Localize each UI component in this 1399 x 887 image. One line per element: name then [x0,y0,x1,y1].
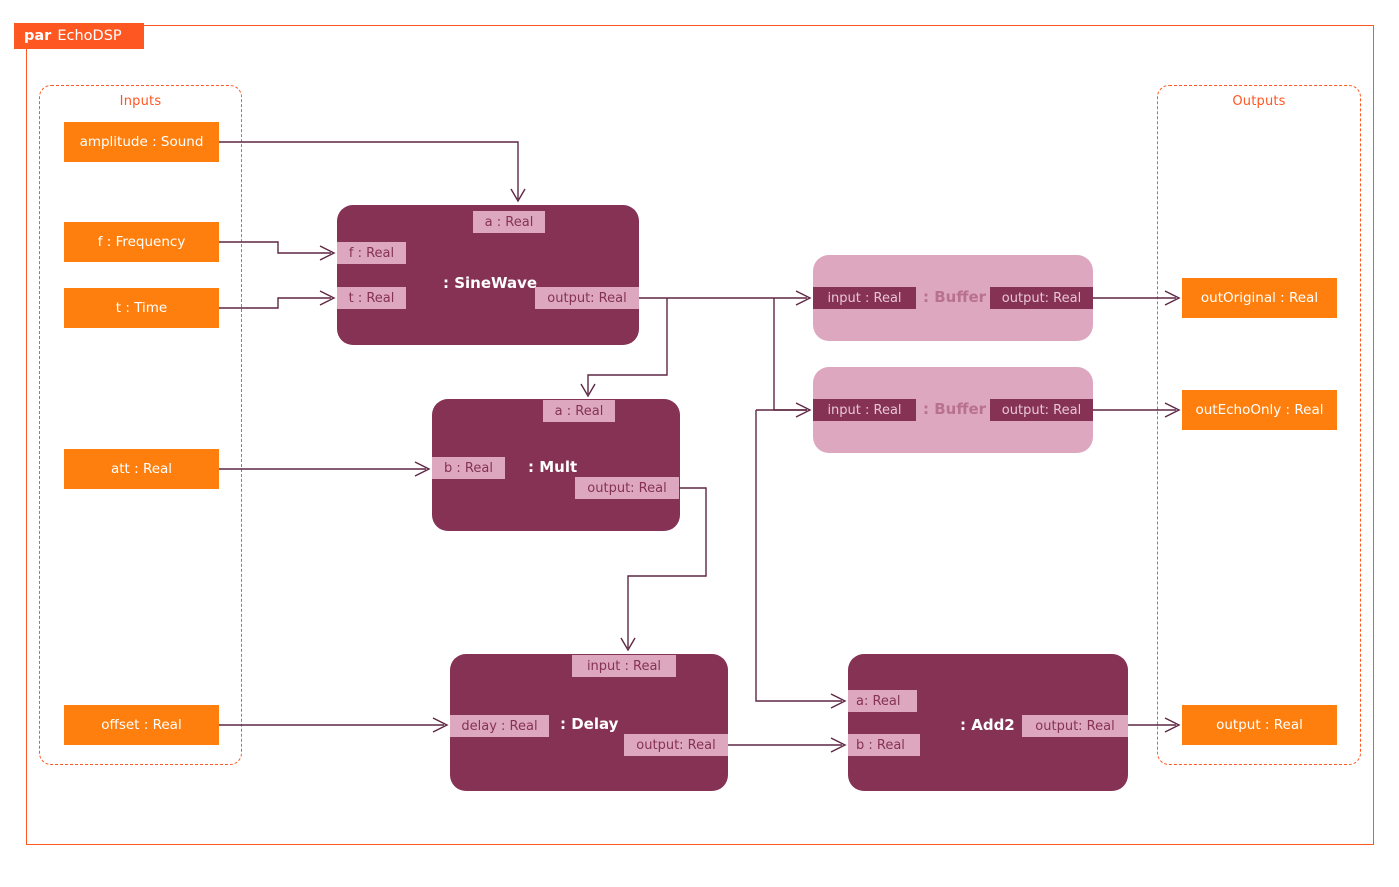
output-port-outOriginal-label: outOriginal : Real [1200,290,1319,306]
block-delay-name: : Delay [560,715,619,733]
port-buffer2-input[interactable]: input : Real [813,399,916,421]
outputs-region-label: Outputs [1232,94,1286,109]
output-port-outOriginal[interactable]: outOriginal : Real [1182,278,1337,318]
port-buffer2-output[interactable]: output: Real [990,399,1093,421]
port-buffer2-input-label: input : Real [827,402,902,418]
port-delay-delay-label: delay : Real [461,718,538,734]
port-buffer1-input[interactable]: input : Real [813,287,916,309]
input-port-att[interactable]: att : Real [64,449,219,489]
inputs-region: Inputs [39,85,242,765]
input-port-att-label: att : Real [110,461,173,477]
port-mult-b-label: b : Real [444,460,493,476]
diagram-canvas: par EchoDSP Inputs Outputs amplitude : S… [0,0,1399,887]
port-delay-output-label: output: Real [636,737,716,753]
port-sinewave-f-label: f : Real [348,245,395,261]
port-delay-output[interactable]: output: Real [624,734,728,756]
port-add2-a-label: a: Real [856,693,901,709]
port-mult-b[interactable]: b : Real [432,457,505,479]
output-port-output-label: output : Real [1216,717,1303,733]
port-delay-delay[interactable]: delay : Real [450,715,549,737]
block-sinewave-name: : SineWave [443,274,538,292]
input-port-offset[interactable]: offset : Real [64,705,219,745]
par-keyword: par [24,27,52,44]
port-sinewave-output[interactable]: output: Real [535,287,639,309]
inputs-region-label: Inputs [119,94,162,109]
port-add2-b-label: b : Real [856,737,905,753]
port-sinewave-t[interactable]: t : Real [337,287,406,309]
input-port-t-label: t : Time [115,300,168,316]
output-port-output[interactable]: output : Real [1182,705,1337,745]
port-add2-b[interactable]: b : Real [848,734,920,756]
port-sinewave-a[interactable]: a : Real [473,211,545,233]
port-add2-output-label: output: Real [1035,718,1115,734]
output-port-outEchoOnly-label: outEchoOnly : Real [1195,402,1324,418]
port-mult-output-label: output: Real [587,480,667,496]
port-delay-input[interactable]: input : Real [572,655,676,677]
port-add2-output[interactable]: output: Real [1022,715,1128,737]
port-sinewave-f[interactable]: f : Real [337,242,406,264]
port-buffer1-output-label: output: Real [1001,290,1082,306]
input-port-f[interactable]: f : Frequency [64,222,219,262]
port-delay-input-label: input : Real [586,658,662,674]
port-buffer1-output[interactable]: output: Real [990,287,1093,309]
par-frame-tag: par EchoDSP [14,23,144,49]
port-buffer1-input-label: input : Real [827,290,902,306]
port-buffer2-output-label: output: Real [1001,402,1082,418]
port-sinewave-output-label: output: Real [547,290,627,306]
block-add2-name: : Add2 [960,716,1015,734]
port-sinewave-t-label: t : Real [348,290,395,306]
input-port-offset-label: offset : Real [101,717,182,733]
port-mult-a[interactable]: a : Real [543,400,615,422]
par-frame-name: EchoDSP [57,27,122,44]
output-port-outEchoOnly[interactable]: outEchoOnly : Real [1182,390,1337,430]
port-sinewave-a-label: a : Real [484,214,534,230]
input-port-amplitude[interactable]: amplitude : Sound [64,122,219,162]
port-mult-a-label: a : Real [554,403,604,419]
block-buffer1-name: : Buffer [923,288,987,306]
block-mult-name: : Mult [528,458,578,476]
port-add2-a[interactable]: a: Real [848,690,917,712]
block-buffer2-name: : Buffer [923,400,987,418]
input-port-amplitude-label: amplitude : Sound [79,134,204,150]
port-mult-output[interactable]: output: Real [575,477,679,499]
input-port-t[interactable]: t : Time [64,288,219,328]
input-port-f-label: f : Frequency [97,234,186,250]
